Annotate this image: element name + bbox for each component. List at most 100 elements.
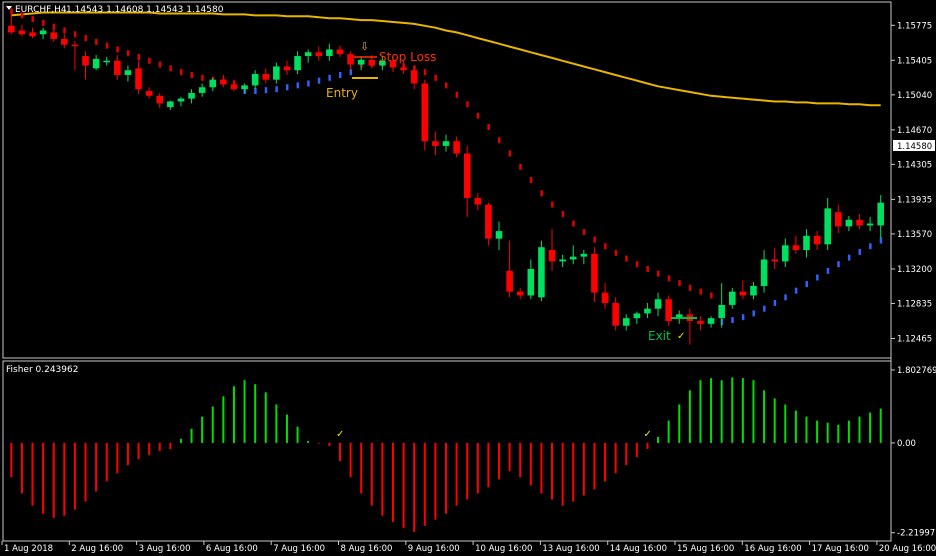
- candle-body: [781, 245, 789, 262]
- candle-body: [644, 308, 651, 314]
- candle-body: [866, 223, 874, 226]
- time-tick-label: 15 Aug 16:00: [677, 544, 734, 554]
- candle-body: [527, 268, 535, 296]
- bear-dot: [63, 27, 66, 34]
- candle-body: [622, 318, 630, 326]
- bull-dot: [837, 261, 840, 268]
- bear-dot: [635, 261, 639, 268]
- candle-body: [410, 70, 418, 84]
- bear-dot: [582, 229, 586, 236]
- candle-body: [728, 291, 736, 305]
- bull-dot: [741, 314, 745, 321]
- candle-body: [432, 141, 439, 146]
- candle-body: [114, 60, 121, 75]
- bear-dot: [42, 19, 45, 26]
- bear-dot: [95, 38, 98, 45]
- candle-body: [368, 59, 376, 66]
- stop-arrow-icon: ⇩: [360, 40, 369, 53]
- bull-dot: [752, 310, 755, 317]
- candle-body: [771, 259, 778, 262]
- stop-loss-label: Stop Loss: [379, 50, 436, 64]
- candle-body: [548, 250, 556, 262]
- bull-dot: [858, 248, 861, 255]
- candle-body: [591, 253, 598, 293]
- candle-body: [262, 74, 270, 80]
- candle-body: [485, 204, 492, 239]
- candle-body: [760, 259, 768, 286]
- bear-dot: [190, 71, 194, 78]
- bull-dot: [763, 305, 766, 312]
- price-tick-label: 1.12835: [897, 299, 932, 309]
- candle-body: [220, 79, 227, 85]
- candle-body: [273, 66, 280, 80]
- bull-dot: [317, 77, 321, 84]
- candle-body: [177, 98, 185, 102]
- bull-dot: [264, 87, 268, 94]
- fisher-signal-check-icon: ✓: [336, 429, 344, 440]
- bear-dot: [561, 211, 565, 218]
- time-tick-label: 16 Aug 16:00: [744, 544, 801, 554]
- candle-body: [18, 30, 26, 35]
- candle-body: [357, 59, 365, 65]
- fisher-label: Fisher 0.243962: [6, 365, 78, 375]
- bull-dot: [285, 84, 289, 91]
- bear-dot: [434, 74, 437, 81]
- candle-body: [633, 313, 641, 319]
- bull-dot: [307, 80, 310, 87]
- candle-body: [156, 95, 164, 104]
- bear-dot: [625, 255, 628, 262]
- candle-body: [124, 70, 132, 75]
- candle-body: [421, 83, 429, 142]
- candle-body: [241, 85, 248, 90]
- candle-body: [167, 101, 174, 108]
- time-tick-label: 3 Aug 16:00: [139, 544, 191, 554]
- time-tick-label: 13 Aug 16:00: [542, 544, 599, 554]
- candle-body: [665, 299, 672, 321]
- fisher-signal-check-icon: ✓: [643, 429, 651, 440]
- bear-dot: [455, 91, 459, 98]
- candle-body: [283, 66, 291, 71]
- candle-body: [29, 32, 36, 37]
- bull-dot: [826, 267, 830, 274]
- time-tick-label: 7 Aug 16:00: [273, 544, 325, 554]
- bear-dot: [519, 163, 522, 170]
- price-tick-label: 1.15040: [897, 91, 932, 101]
- candle-body: [442, 141, 450, 146]
- fisher-tick-label: -2.219977: [897, 529, 936, 539]
- candle-body: [516, 291, 524, 296]
- candle-body: [601, 292, 609, 304]
- price-tick-label: 1.14670: [897, 126, 932, 136]
- bear-dot: [551, 201, 554, 208]
- candle-body: [697, 320, 704, 324]
- bear-dot: [179, 69, 183, 76]
- candle-body: [304, 52, 312, 57]
- candle-body: [845, 219, 853, 227]
- candle: [538, 240, 545, 302]
- candle-body: [835, 212, 842, 227]
- candle-body: [400, 67, 407, 71]
- candle-body: [8, 25, 15, 33]
- candle-body: [453, 141, 460, 154]
- symbol-label: EURCHF,H4: [15, 5, 67, 15]
- bull-dot: [794, 287, 798, 294]
- bear-dot: [678, 280, 681, 287]
- candle-body: [750, 285, 757, 296]
- bear-dot: [84, 35, 88, 42]
- time-tick-label: 8 Aug 16:00: [341, 544, 393, 554]
- current-price-label: 1.14580: [897, 142, 932, 152]
- bull-dot: [275, 86, 278, 93]
- candle-body: [569, 256, 577, 260]
- candle-body: [294, 56, 301, 71]
- candle-body: [495, 231, 503, 239]
- bear-dot: [137, 53, 141, 60]
- time-tick-label: 6 Aug 16:00: [206, 544, 258, 554]
- bear-dot: [614, 249, 618, 256]
- bear-dot: [540, 190, 543, 197]
- bear-dot: [466, 101, 469, 108]
- bear-dot: [116, 46, 119, 53]
- bear-dot: [593, 236, 596, 243]
- candle-body: [336, 49, 344, 55]
- symbol-header: EURCHF,H4 1.14543 1.14608 1.14543 1.1458…: [6, 5, 224, 15]
- ohlc-label: 1.14543 1.14608 1.14543 1.14580: [66, 5, 224, 15]
- bull-dot: [731, 317, 734, 324]
